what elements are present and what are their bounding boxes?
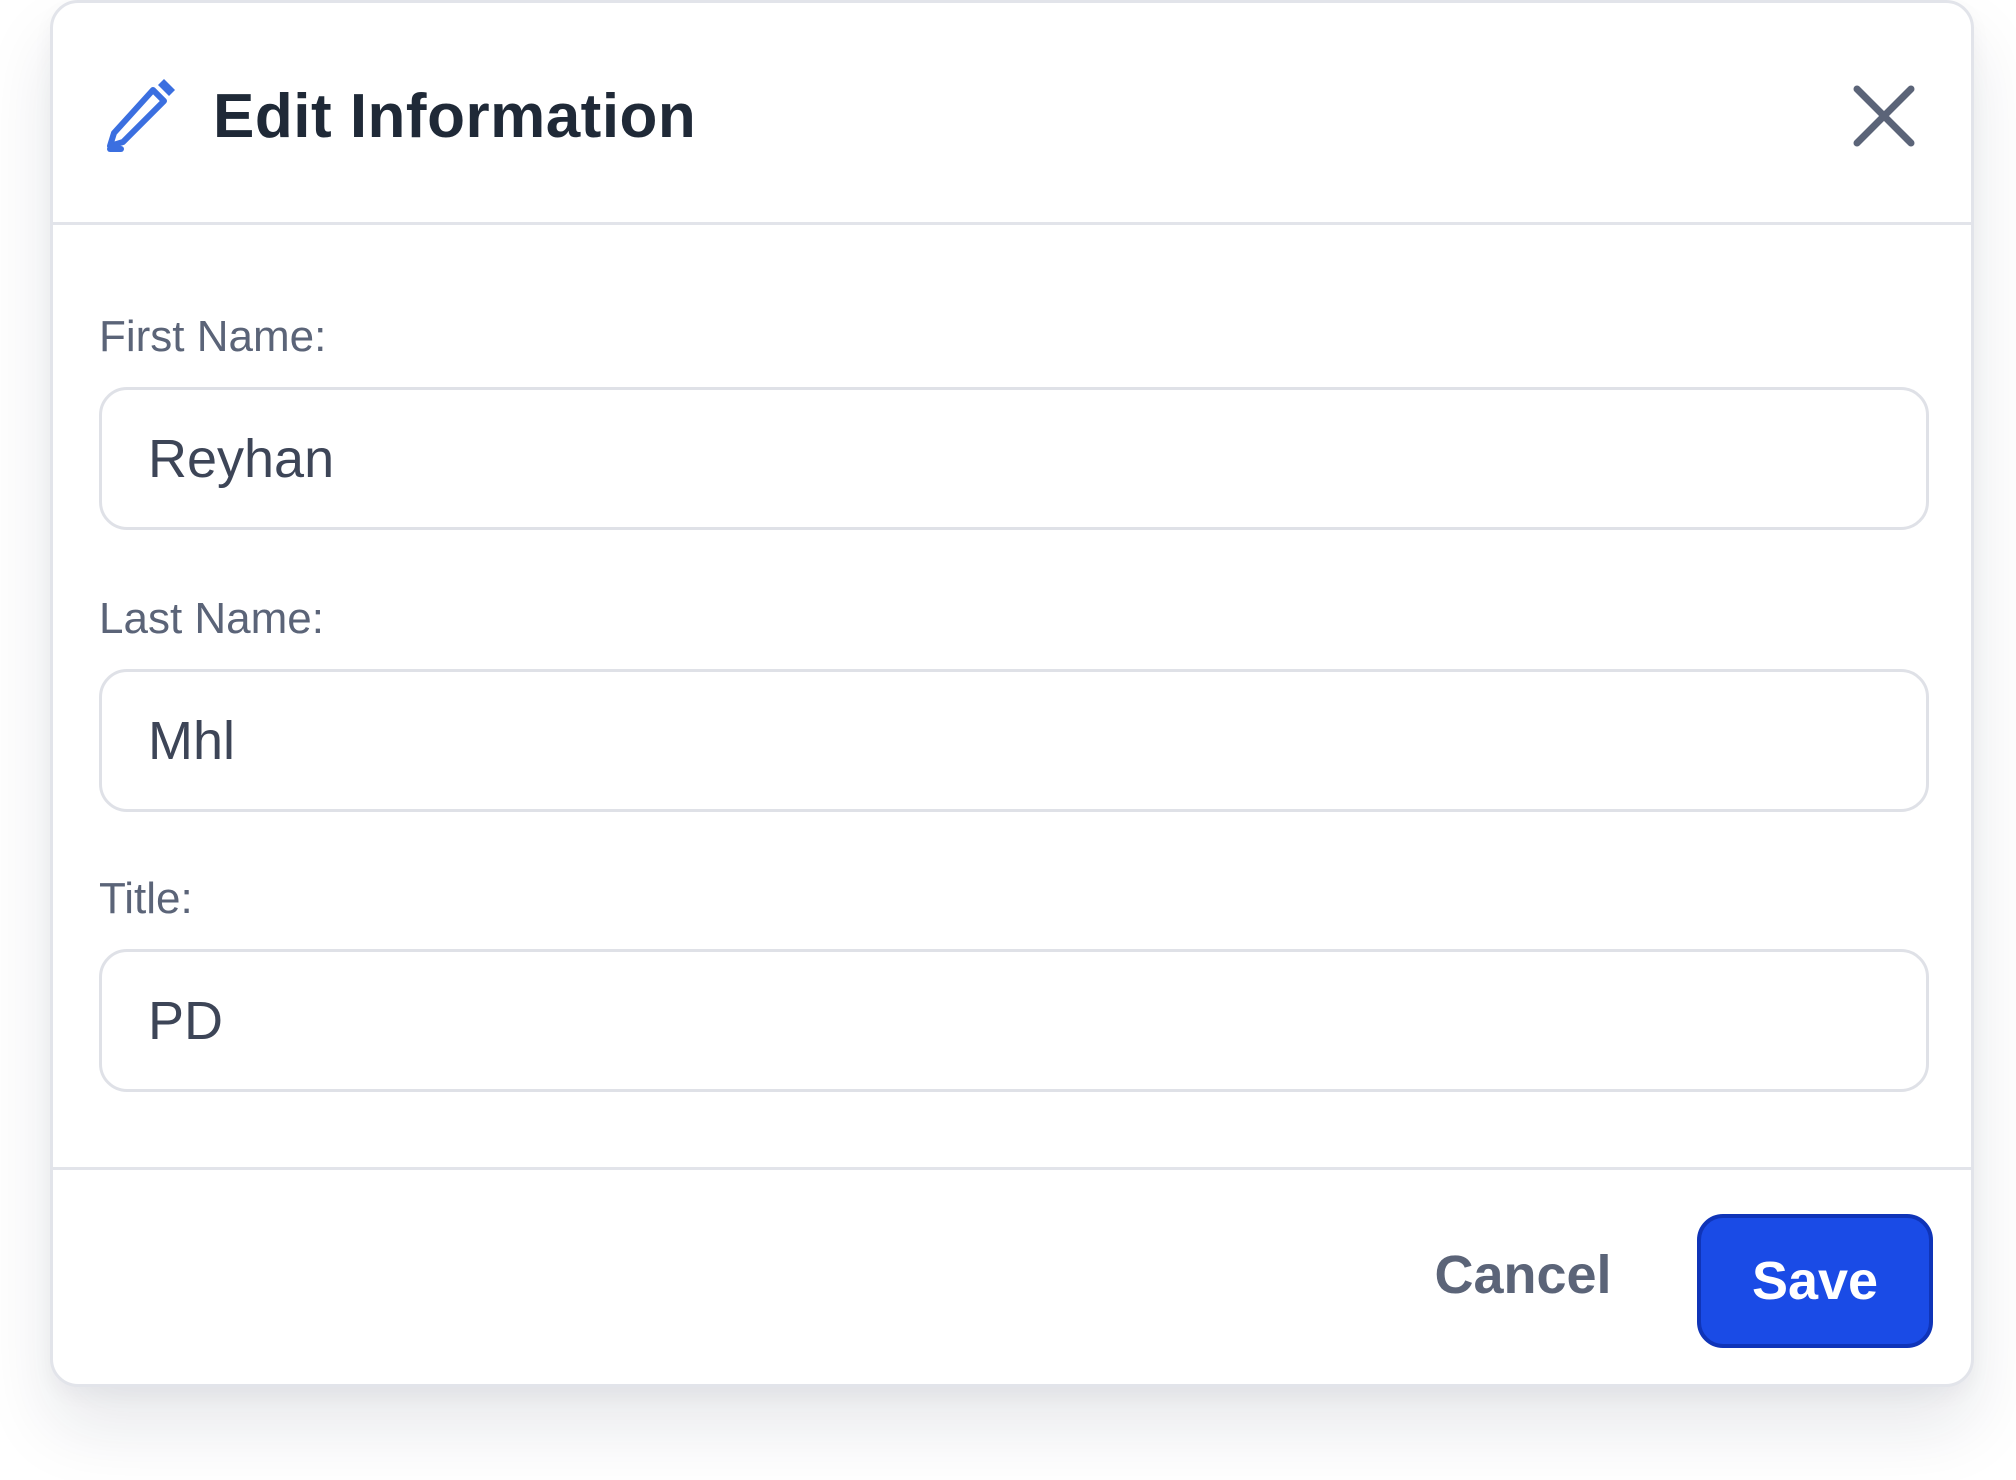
pencil-icon	[107, 79, 175, 152]
first-name-input[interactable]	[99, 387, 1929, 530]
dialog-footer: Cancel Save	[53, 1167, 1971, 1387]
title-input[interactable]	[99, 949, 1929, 1092]
edit-information-dialog: Edit Information First Name: Last Name: …	[50, 0, 1974, 1387]
dialog-body: First Name: Last Name: Title:	[53, 225, 1971, 1167]
save-button[interactable]: Save	[1697, 1214, 1933, 1348]
last-name-label: Last Name:	[99, 594, 324, 643]
first-name-label: First Name:	[99, 312, 327, 361]
dialog-header: Edit Information	[53, 3, 1971, 225]
dialog-title: Edit Information	[213, 82, 697, 151]
close-icon[interactable]	[1849, 81, 1919, 151]
cancel-button[interactable]: Cancel	[1403, 1208, 1643, 1342]
title-label: Title:	[99, 874, 193, 923]
last-name-input[interactable]	[99, 669, 1929, 812]
